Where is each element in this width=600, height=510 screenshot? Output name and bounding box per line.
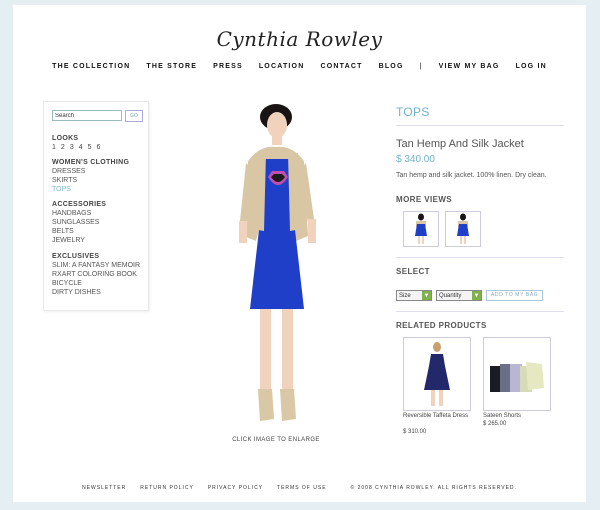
look-link-3[interactable]: 3	[70, 143, 74, 152]
quantity-select-label: Quantity	[439, 292, 462, 299]
brand-logo[interactable]: Cynthia Rowley	[13, 27, 586, 51]
footer-copyright: © 2008 CYNTHIA ROWLEY. ALL RIGHTS RESERV…	[350, 485, 517, 491]
sidebar-item-jewelry[interactable]: JEWELRY	[52, 236, 106, 245]
thumbnail-figure-icon	[457, 213, 469, 244]
sidebar-item-coloring-book[interactable]: RXART COLORING BOOK	[52, 270, 140, 279]
related-product-name[interactable]: Reversible Taffeta Dress	[403, 413, 473, 420]
search-row: GO	[52, 110, 143, 122]
nav-press[interactable]: PRESS	[213, 63, 243, 70]
category-title: TOPS	[396, 105, 430, 119]
sidebar-item-belts[interactable]: BELTS	[52, 227, 106, 236]
sidebar-item-dirty-dishes[interactable]: DIRTY DISHES	[52, 288, 140, 297]
product-main-image[interactable]	[226, 101, 326, 431]
search-go-button[interactable]: GO	[125, 110, 143, 122]
size-select[interactable]: Size ▼	[396, 290, 432, 301]
looks-section: LOOKS 1 2 3 4 5 6	[52, 134, 100, 152]
sidebar-item-handbags[interactable]: HANDBAGS	[52, 209, 106, 218]
quantity-select[interactable]: Quantity ▼	[436, 290, 482, 301]
model-illustration	[239, 104, 316, 421]
footer-link-return-policy[interactable]: RETURN POLICY	[140, 485, 194, 491]
related-products-heading: RELATED PRODUCTS	[396, 321, 487, 330]
page-container: Cynthia Rowley THE COLLECTION THE STORE …	[13, 5, 586, 502]
look-link-4[interactable]: 4	[79, 143, 83, 152]
sidebar-item-tops[interactable]: TOPS	[52, 185, 129, 194]
related-product-price: $ 265.00	[483, 421, 507, 427]
more-view-thumbnail-2[interactable]	[445, 211, 481, 247]
nav-view-my-bag[interactable]: VIEW MY BAG	[439, 63, 500, 70]
shorts-stack-icon	[490, 362, 544, 392]
nav-contact[interactable]: CONTACT	[320, 63, 362, 70]
divider	[396, 311, 564, 312]
nav-separator: |	[419, 63, 423, 70]
related-product-name[interactable]: Sateen Shorts	[483, 413, 553, 420]
sidebar: GO LOOKS 1 2 3 4 5 6 WOMEN'S CLOTHING DR…	[43, 101, 149, 311]
nav-the-store[interactable]: THE STORE	[146, 63, 197, 70]
click-to-enlarge-link[interactable]: CLICK IMAGE TO ENLARGE	[193, 437, 359, 443]
footer: NEWSLETTER RETURN POLICY PRIVACY POLICY …	[13, 485, 586, 491]
thumbnail-figure-icon	[415, 213, 427, 244]
womens-clothing-section: WOMEN'S CLOTHING DRESSES SKIRTS TOPS	[52, 158, 129, 194]
sidebar-item-slim-memoir[interactable]: SLIM: A FANTASY MEMOIR	[52, 261, 140, 270]
sidebar-item-sunglasses[interactable]: SUNGLASSES	[52, 218, 106, 227]
divider	[396, 125, 564, 126]
sidebar-item-dresses[interactable]: DRESSES	[52, 167, 129, 176]
related-product-image-dress[interactable]	[403, 337, 471, 411]
accessories-section: ACCESSORIES HANDBAGS SUNGLASSES BELTS JE…	[52, 200, 106, 245]
looks-list: 1 2 3 4 5 6	[52, 143, 100, 152]
sidebar-item-bicycle[interactable]: BICYCLE	[52, 279, 140, 288]
look-link-1[interactable]: 1	[52, 143, 56, 152]
top-navigation: THE COLLECTION THE STORE PRESS LOCATION …	[13, 63, 586, 70]
looks-heading: LOOKS	[52, 135, 79, 142]
nav-log-in[interactable]: LOG IN	[516, 63, 547, 70]
nav-blog[interactable]: BLOG	[379, 63, 404, 70]
exclusives-heading: EXCLUSIVES	[52, 253, 100, 260]
product-price: $ 340.00	[396, 154, 435, 165]
womens-clothing-heading: WOMEN'S CLOTHING	[52, 159, 130, 166]
size-select-label: Size	[399, 292, 411, 299]
look-link-5[interactable]: 5	[88, 143, 92, 152]
divider	[396, 257, 564, 258]
select-row: Size ▼ Quantity ▼ ADD TO MY BAG	[396, 290, 544, 301]
product-description: Tan hemp and silk jacket. 100% linen. Dr…	[396, 172, 547, 179]
select-heading: SELECT	[396, 267, 430, 276]
nav-location[interactable]: LOCATION	[259, 63, 305, 70]
accessories-heading: ACCESSORIES	[52, 201, 107, 208]
search-input[interactable]	[52, 110, 122, 121]
footer-link-terms-of-use[interactable]: TERMS OF USE	[277, 485, 327, 491]
more-views-heading: MORE VIEWS	[396, 195, 453, 204]
chevron-down-icon: ▼	[422, 291, 431, 300]
nav-the-collection[interactable]: THE COLLECTION	[52, 63, 130, 70]
footer-link-newsletter[interactable]: NEWSLETTER	[82, 485, 126, 491]
related-product-price: $ 310.00	[403, 429, 427, 435]
sidebar-item-skirts[interactable]: SKIRTS	[52, 176, 129, 185]
exclusives-section: EXCLUSIVES SLIM: A FANTASY MEMOIR RXART …	[52, 252, 140, 297]
dress-figure-icon	[424, 342, 450, 406]
chevron-down-icon: ▼	[472, 291, 481, 300]
look-link-6[interactable]: 6	[97, 143, 101, 152]
look-link-2[interactable]: 2	[61, 143, 65, 152]
add-to-bag-button[interactable]: ADD TO MY BAG	[486, 290, 544, 301]
related-product-image-shorts[interactable]	[483, 337, 551, 411]
product-name: Tan Hemp And Silk Jacket	[396, 138, 524, 150]
more-view-thumbnail-1[interactable]	[403, 211, 439, 247]
footer-link-privacy-policy[interactable]: PRIVACY POLICY	[208, 485, 263, 491]
